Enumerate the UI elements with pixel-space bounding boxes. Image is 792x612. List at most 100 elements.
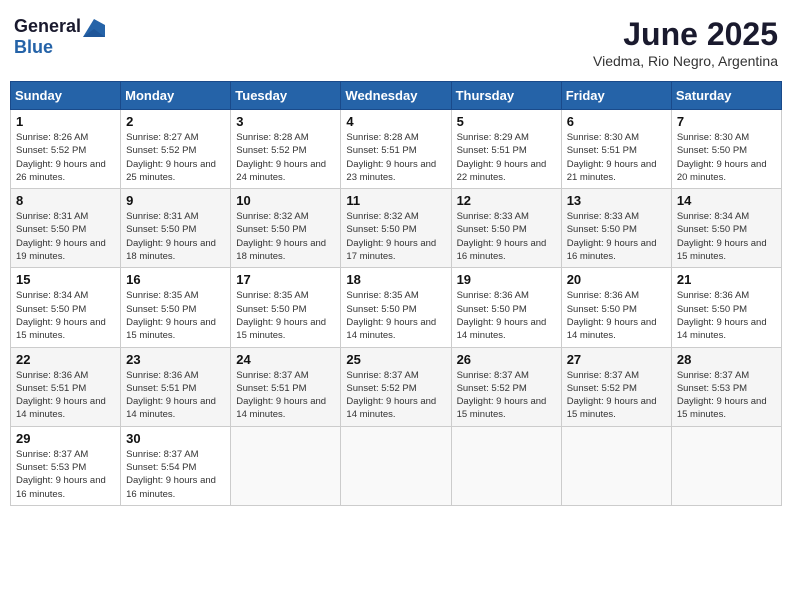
table-row: 16 Sunrise: 8:35 AMSunset: 5:50 PMDayligh… xyxy=(121,268,231,347)
table-row: 2 Sunrise: 8:27 AMSunset: 5:52 PMDaylight… xyxy=(121,110,231,189)
table-row: 14 Sunrise: 8:34 AMSunset: 5:50 PMDayligh… xyxy=(671,189,781,268)
table-row: 30Sunrise: 8:37 AMSunset: 5:54 PMDayligh… xyxy=(121,426,231,505)
header-wednesday: Wednesday xyxy=(341,82,451,110)
calendar-week-5: 29 Sunrise: 8:37 AMSunset: 5:53 PMDayligh… xyxy=(11,426,782,505)
table-row: 25 Sunrise: 8:37 AMSunset: 5:52 PMDayligh… xyxy=(341,347,451,426)
day-info: Sunrise: 8:34 AMSunset: 5:50 PMDaylight:… xyxy=(16,289,115,342)
table-row: 12Sunrise: 8:33 AMSunset: 5:50 PMDayligh… xyxy=(451,189,561,268)
table-row: 26 Sunrise: 8:37 AMSunset: 5:52 PMDayligh… xyxy=(451,347,561,426)
day-info: Sunrise: 8:32 AMSunset: 5:50 PMDaylight:… xyxy=(346,210,445,263)
table-row: 3Sunrise: 8:28 AMSunset: 5:52 PMDaylight… xyxy=(231,110,341,189)
table-row xyxy=(671,426,781,505)
table-row: 18 Sunrise: 8:35 AMSunset: 5:50 PMDayligh… xyxy=(341,268,451,347)
day-info: Sunrise: 8:37 AMSunset: 5:52 PMDaylight:… xyxy=(567,369,666,422)
day-info: Sunrise: 8:29 AMSunset: 5:51 PMDaylight:… xyxy=(457,131,556,184)
header-sunday: Sunday xyxy=(11,82,121,110)
day-number: 10 xyxy=(236,193,335,208)
day-number: 4 xyxy=(346,114,445,129)
table-row xyxy=(231,426,341,505)
header-tuesday: Tuesday xyxy=(231,82,341,110)
day-number: 2 xyxy=(126,114,225,129)
weekday-header-row: Sunday Monday Tuesday Wednesday Thursday… xyxy=(11,82,782,110)
table-row: 23Sunrise: 8:36 AMSunset: 5:51 PMDayligh… xyxy=(121,347,231,426)
header-monday: Monday xyxy=(121,82,231,110)
day-info: Sunrise: 8:33 AMSunset: 5:50 PMDaylight:… xyxy=(567,210,666,263)
day-number: 29 xyxy=(16,431,115,446)
day-info: Sunrise: 8:33 AMSunset: 5:50 PMDaylight:… xyxy=(457,210,556,263)
day-info: Sunrise: 8:36 AMSunset: 5:51 PMDaylight:… xyxy=(16,369,115,422)
day-info: Sunrise: 8:36 AMSunset: 5:50 PMDaylight:… xyxy=(457,289,556,342)
day-number: 16 xyxy=(126,272,225,287)
day-info: Sunrise: 8:30 AMSunset: 5:50 PMDaylight:… xyxy=(677,131,776,184)
day-info: Sunrise: 8:26 AMSunset: 5:52 PMDaylight:… xyxy=(16,131,115,184)
day-number: 8 xyxy=(16,193,115,208)
table-row: 11 Sunrise: 8:32 AMSunset: 5:50 PMDayligh… xyxy=(341,189,451,268)
day-info: Sunrise: 8:36 AMSunset: 5:50 PMDaylight:… xyxy=(677,289,776,342)
day-number: 5 xyxy=(457,114,556,129)
day-number: 6 xyxy=(567,114,666,129)
day-number: 22 xyxy=(16,352,115,367)
month-title: June 2025 xyxy=(593,16,778,53)
table-row: 21 Sunrise: 8:36 AMSunset: 5:50 PMDayligh… xyxy=(671,268,781,347)
calendar-week-1: 1 Sunrise: 8:26 AMSunset: 5:52 PMDaylight… xyxy=(11,110,782,189)
day-info: Sunrise: 8:36 AMSunset: 5:51 PMDaylight:… xyxy=(126,369,225,422)
table-row xyxy=(341,426,451,505)
day-info: Sunrise: 8:35 AMSunset: 5:50 PMDaylight:… xyxy=(236,289,335,342)
day-info: Sunrise: 8:37 AMSunset: 5:52 PMDaylight:… xyxy=(346,369,445,422)
header-thursday: Thursday xyxy=(451,82,561,110)
day-number: 28 xyxy=(677,352,776,367)
header: General Blue June 2025 Viedma, Rio Negro… xyxy=(10,10,782,75)
title-block: June 2025 Viedma, Rio Negro, Argentina xyxy=(593,16,778,69)
table-row: 13 Sunrise: 8:33 AMSunset: 5:50 PMDayligh… xyxy=(561,189,671,268)
day-number: 14 xyxy=(677,193,776,208)
day-info: Sunrise: 8:36 AMSunset: 5:50 PMDaylight:… xyxy=(567,289,666,342)
day-info: Sunrise: 8:37 AMSunset: 5:53 PMDaylight:… xyxy=(16,448,115,501)
table-row: 10 Sunrise: 8:32 AMSunset: 5:50 PMDayligh… xyxy=(231,189,341,268)
day-number: 26 xyxy=(457,352,556,367)
day-number: 13 xyxy=(567,193,666,208)
logo-icon xyxy=(83,19,105,37)
day-info: Sunrise: 8:28 AMSunset: 5:51 PMDaylight:… xyxy=(346,131,445,184)
calendar-week-2: 8 Sunrise: 8:31 AMSunset: 5:50 PMDaylight… xyxy=(11,189,782,268)
day-info: Sunrise: 8:32 AMSunset: 5:50 PMDaylight:… xyxy=(236,210,335,263)
table-row: 4 Sunrise: 8:28 AMSunset: 5:51 PMDaylight… xyxy=(341,110,451,189)
table-row: 5 Sunrise: 8:29 AMSunset: 5:51 PMDaylight… xyxy=(451,110,561,189)
day-number: 20 xyxy=(567,272,666,287)
day-info: Sunrise: 8:37 AMSunset: 5:52 PMDaylight:… xyxy=(457,369,556,422)
location-title: Viedma, Rio Negro, Argentina xyxy=(593,53,778,69)
table-row xyxy=(451,426,561,505)
day-info: Sunrise: 8:30 AMSunset: 5:51 PMDaylight:… xyxy=(567,131,666,184)
day-number: 17 xyxy=(236,272,335,287)
day-info: Sunrise: 8:37 AMSunset: 5:51 PMDaylight:… xyxy=(236,369,335,422)
day-number: 1 xyxy=(16,114,115,129)
day-number: 21 xyxy=(677,272,776,287)
day-info: Sunrise: 8:35 AMSunset: 5:50 PMDaylight:… xyxy=(346,289,445,342)
day-number: 25 xyxy=(346,352,445,367)
table-row: 19Sunrise: 8:36 AMSunset: 5:50 PMDayligh… xyxy=(451,268,561,347)
calendar-week-3: 15 Sunrise: 8:34 AMSunset: 5:50 PMDayligh… xyxy=(11,268,782,347)
table-row: 29 Sunrise: 8:37 AMSunset: 5:53 PMDayligh… xyxy=(11,426,121,505)
table-row: 7Sunrise: 8:30 AMSunset: 5:50 PMDaylight… xyxy=(671,110,781,189)
day-info: Sunrise: 8:37 AMSunset: 5:54 PMDaylight:… xyxy=(126,448,225,501)
day-info: Sunrise: 8:27 AMSunset: 5:52 PMDaylight:… xyxy=(126,131,225,184)
day-info: Sunrise: 8:34 AMSunset: 5:50 PMDaylight:… xyxy=(677,210,776,263)
day-number: 24 xyxy=(236,352,335,367)
table-row: 6 Sunrise: 8:30 AMSunset: 5:51 PMDaylight… xyxy=(561,110,671,189)
day-info: Sunrise: 8:28 AMSunset: 5:52 PMDaylight:… xyxy=(236,131,335,184)
day-number: 18 xyxy=(346,272,445,287)
table-row: 17 Sunrise: 8:35 AMSunset: 5:50 PMDayligh… xyxy=(231,268,341,347)
header-friday: Friday xyxy=(561,82,671,110)
table-row: 24 Sunrise: 8:37 AMSunset: 5:51 PMDayligh… xyxy=(231,347,341,426)
logo: General Blue xyxy=(14,16,105,58)
day-number: 15 xyxy=(16,272,115,287)
table-row: 1 Sunrise: 8:26 AMSunset: 5:52 PMDaylight… xyxy=(11,110,121,189)
day-number: 9 xyxy=(126,193,225,208)
calendar-table: Sunday Monday Tuesday Wednesday Thursday… xyxy=(10,81,782,506)
table-row: 15 Sunrise: 8:34 AMSunset: 5:50 PMDayligh… xyxy=(11,268,121,347)
day-number: 27 xyxy=(567,352,666,367)
day-number: 11 xyxy=(346,193,445,208)
day-info: Sunrise: 8:35 AMSunset: 5:50 PMDaylight:… xyxy=(126,289,225,342)
day-info: Sunrise: 8:31 AMSunset: 5:50 PMDaylight:… xyxy=(16,210,115,263)
table-row: 28Sunrise: 8:37 AMSunset: 5:53 PMDayligh… xyxy=(671,347,781,426)
table-row: 8 Sunrise: 8:31 AMSunset: 5:50 PMDaylight… xyxy=(11,189,121,268)
